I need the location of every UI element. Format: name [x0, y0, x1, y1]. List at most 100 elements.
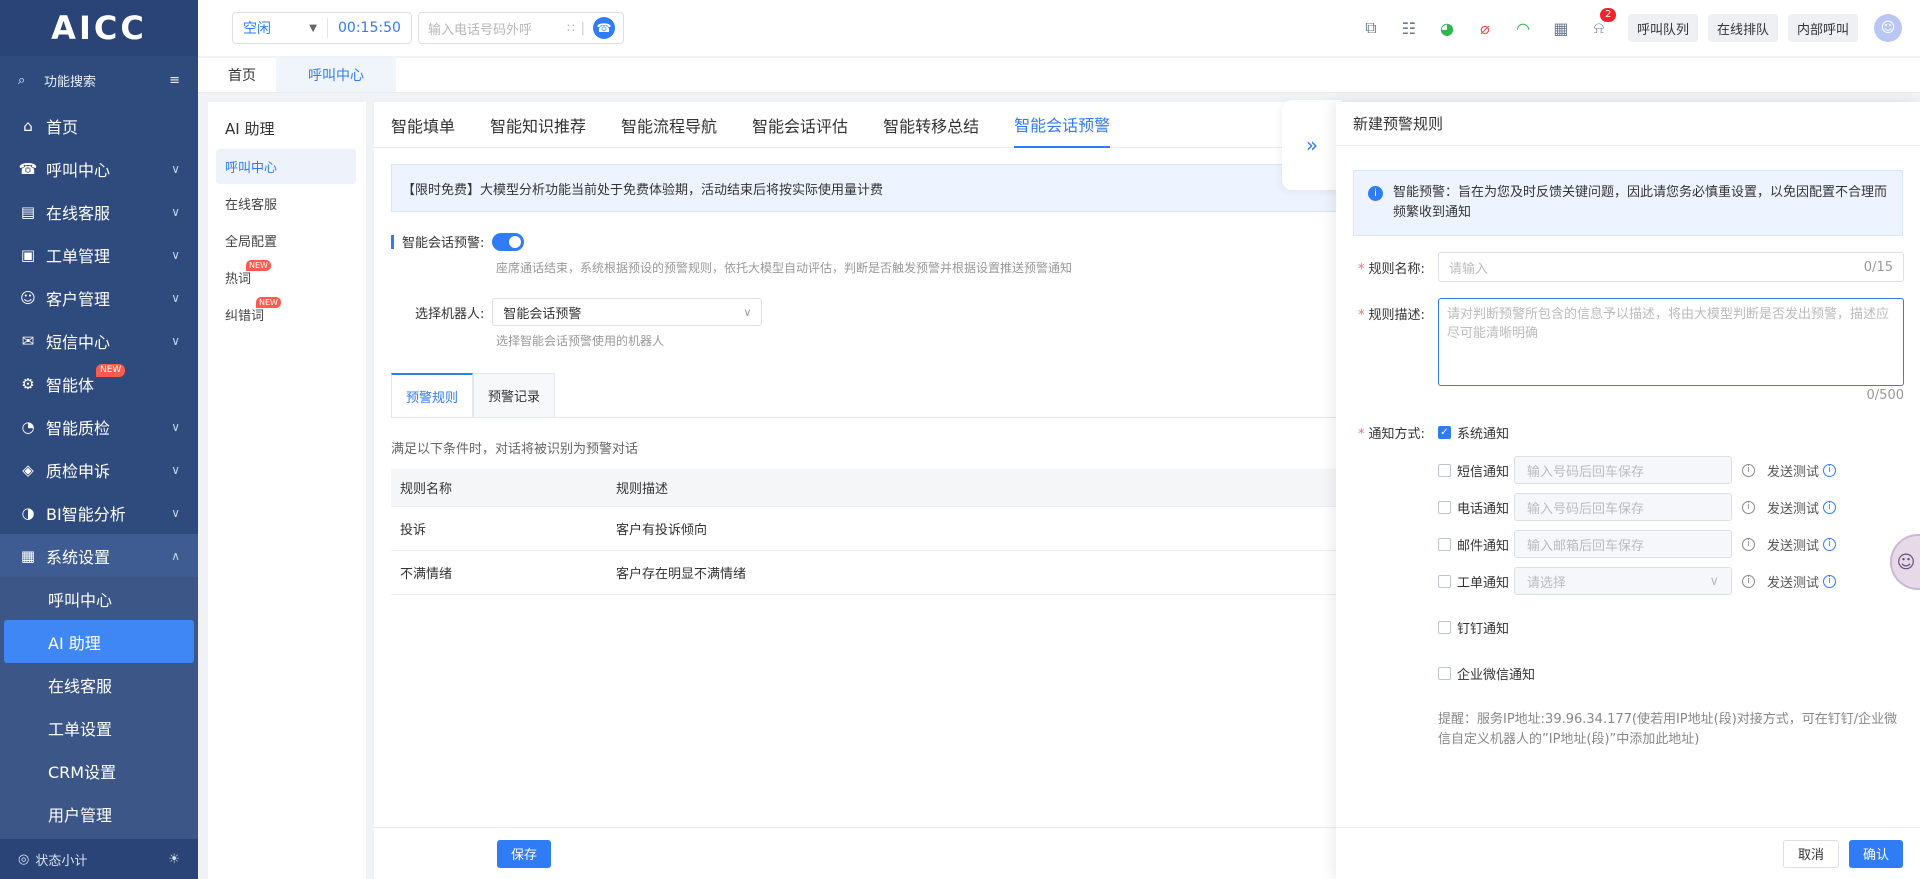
nav-item-call-center[interactable]: ☎ 呼叫中心 ∨: [0, 147, 198, 190]
secondary-item-call-center[interactable]: 呼叫中心: [216, 149, 356, 184]
system-notify-checkbox[interactable]: ✓: [1438, 426, 1451, 439]
sms-number-input[interactable]: 输入号码后回车保存: [1514, 456, 1732, 484]
rule-desc-textarea[interactable]: 请对判断预警所包含的信息予以描述，将由大模型判断是否发出预警，描述应尽可能清晰明…: [1438, 298, 1904, 386]
tab-call-center[interactable]: 呼叫中心: [276, 57, 396, 92]
nav-item-label: 工单管理: [46, 246, 111, 266]
bell-icon[interactable]: ⍾ 2: [1580, 8, 1618, 38]
confirm-button[interactable]: 确认: [1848, 839, 1903, 868]
wifi-icon[interactable]: ◠: [1504, 19, 1542, 38]
dingtalk-notify-checkbox[interactable]: [1438, 620, 1451, 634]
agent-status[interactable]: 空闲 ▼ 00:15:50: [232, 12, 412, 44]
save-button[interactable]: 保存: [497, 839, 552, 868]
status-select[interactable]: 空闲 ▼: [233, 18, 328, 38]
nav-item-sms[interactable]: ✉ 短信中心 ∨: [0, 319, 198, 362]
dashboard-icon: ▦: [20, 546, 36, 565]
table-row[interactable]: 投诉 客户有投诉倾向: [391, 507, 1367, 551]
dingtalk-notify-label: 钉钉通知: [1457, 621, 1510, 637]
nav-item-quality[interactable]: ◔ 智能质检 ∨: [0, 405, 198, 448]
secondary-item-online-service[interactable]: 在线客服: [216, 186, 356, 221]
sub-item-user-management[interactable]: 用户管理: [0, 792, 198, 835]
tab-home[interactable]: 首页: [208, 57, 276, 92]
tab-smart-form[interactable]: 智能填单: [391, 102, 455, 148]
chevron-down-icon: ∨: [171, 419, 180, 434]
wecom-notify-checkbox[interactable]: [1438, 666, 1451, 680]
call-button[interactable]: ☎: [593, 17, 615, 39]
collapse-menu-icon[interactable]: ≡: [169, 73, 180, 88]
nav-item-home[interactable]: ⌂ 首页: [0, 104, 198, 147]
sms-send-test-link[interactable]: 发送测试: [1767, 461, 1819, 480]
info-icon[interactable]: i: [1823, 537, 1837, 551]
nav-item-online-service[interactable]: ▤ 在线客服 ∨: [0, 190, 198, 233]
help-icon[interactable]: i: [1742, 574, 1755, 588]
nav-item-bi[interactable]: ◑ BI智能分析 ∨: [0, 491, 198, 534]
status-summary-label[interactable]: 状态小计: [35, 850, 168, 869]
info-icon[interactable]: i: [1823, 463, 1837, 477]
sub-item-online-service[interactable]: 在线客服: [0, 663, 198, 706]
online-queue-button[interactable]: 在线排队: [1707, 14, 1778, 42]
table-row[interactable]: 不满情绪 客户存在明显不满情绪: [391, 551, 1367, 595]
email-send-test-link[interactable]: 发送测试: [1767, 535, 1819, 554]
help-icon[interactable]: i: [1742, 463, 1755, 477]
avatar[interactable]: ☺: [1874, 14, 1902, 42]
function-search[interactable]: ⌕ 功能搜索 ≡: [0, 56, 198, 104]
phone-notify-checkbox[interactable]: [1438, 500, 1451, 514]
help-icon[interactable]: i: [1742, 537, 1755, 551]
tab-session-warning[interactable]: 智能会话预警: [1014, 102, 1111, 148]
sms-notify-row: 短信通知 输入号码后回车保存 i 发送测试 i: [1438, 453, 1920, 487]
calendar-icon[interactable]: ▦: [1542, 19, 1580, 38]
ticket-select[interactable]: 请选择 ∨: [1514, 567, 1732, 595]
phone-send-test-link[interactable]: 发送测试: [1767, 498, 1819, 517]
phone-number-input[interactable]: 输入号码后回车保存: [1514, 493, 1732, 521]
signal-off-icon[interactable]: ⌀: [1466, 19, 1504, 38]
ticket-send-test-link[interactable]: 发送测试: [1767, 572, 1819, 591]
email-notify-checkbox[interactable]: [1438, 537, 1451, 551]
transfer-icon[interactable]: ⧉: [1352, 18, 1390, 38]
header-actions: ⧉ ☷ ◕ ⌀ ◠ ▦ ⍾ 2 呼叫队列 在线排队 内部呼叫 ☺: [1352, 0, 1920, 56]
nav-item-appeal[interactable]: ◈ 质检申诉 ∨: [0, 448, 198, 491]
page-tabs: 首页 呼叫中心: [198, 57, 1920, 93]
tab-session-evaluation[interactable]: 智能会话评估: [752, 102, 848, 148]
wecom-notify-row[interactable]: 企业微信通知: [1438, 656, 1920, 690]
internal-call-button[interactable]: 内部呼叫: [1787, 14, 1858, 42]
warning-toggle-switch[interactable]: [492, 233, 525, 251]
tab-warning-rules[interactable]: 预警规则: [391, 373, 474, 417]
dial-input[interactable]: 输入电话号码外呼 ∷ | ☎: [418, 12, 624, 44]
robot-select[interactable]: 智能会话预警 ∨: [492, 298, 763, 326]
theme-sun-icon[interactable]: ☀: [168, 852, 180, 867]
sub-item-ai-assistant[interactable]: AI 助理: [4, 620, 194, 663]
warning-toggle-label: 智能会话预警:: [402, 236, 485, 251]
nav-item-system-settings[interactable]: ▦ 系统设置 ∧: [0, 534, 198, 577]
status-timer: 00:15:50: [338, 20, 401, 36]
cancel-button[interactable]: 取消: [1782, 839, 1839, 868]
help-icon[interactable]: i: [1742, 500, 1755, 514]
secondary-item-hotwords[interactable]: 热词 NEW: [216, 260, 356, 295]
message-icon[interactable]: ☷: [1390, 19, 1428, 38]
info-icon[interactable]: i: [1823, 500, 1837, 514]
nav-item-customer[interactable]: ☺ 客户管理 ∨: [0, 276, 198, 319]
tab-flow-navigation[interactable]: 智能流程导航: [621, 102, 717, 148]
headset-icon[interactable]: ◕: [1428, 19, 1466, 38]
tab-warning-records[interactable]: 预警记录: [473, 373, 556, 417]
email-input[interactable]: 输入邮箱后回车保存: [1514, 530, 1732, 558]
rule-name-input[interactable]: 请输入 0/15: [1438, 252, 1904, 282]
collapse-drawer-button[interactable]: »: [1282, 100, 1342, 190]
system-notify-option[interactable]: ✓ 系统通知: [1438, 417, 1509, 442]
tab-transfer-summary[interactable]: 智能转移总结: [883, 102, 979, 148]
info-icon[interactable]: i: [1823, 574, 1837, 588]
ticket-notify-checkbox[interactable]: [1438, 574, 1451, 588]
sub-item-crm-settings[interactable]: CRM设置: [0, 749, 198, 792]
rule-name-label: * 规则名称:: [1358, 252, 1438, 277]
required-mark: *: [1358, 308, 1365, 323]
keypad-icon[interactable]: ∷: [567, 21, 575, 35]
nav-item-ticket[interactable]: ▣ 工单管理 ∨: [0, 233, 198, 276]
sub-item-call-center[interactable]: 呼叫中心: [0, 577, 198, 620]
call-queue-button[interactable]: 呼叫队列: [1627, 14, 1698, 42]
secondary-item-correction-words[interactable]: 纠错词 NEW: [216, 297, 356, 332]
sms-notify-checkbox[interactable]: [1438, 463, 1451, 477]
rule-desc-cell: 客户存在明显不满情绪: [616, 567, 747, 582]
dingtalk-notify-row[interactable]: 钉钉通知: [1438, 610, 1920, 644]
secondary-item-global-config[interactable]: 全局配置: [216, 223, 356, 258]
tab-knowledge-recommend[interactable]: 智能知识推荐: [490, 102, 586, 148]
nav-item-agent[interactable]: ⚙ 智能体 NEW: [0, 362, 198, 405]
sub-item-ticket-settings[interactable]: 工单设置: [0, 706, 198, 749]
